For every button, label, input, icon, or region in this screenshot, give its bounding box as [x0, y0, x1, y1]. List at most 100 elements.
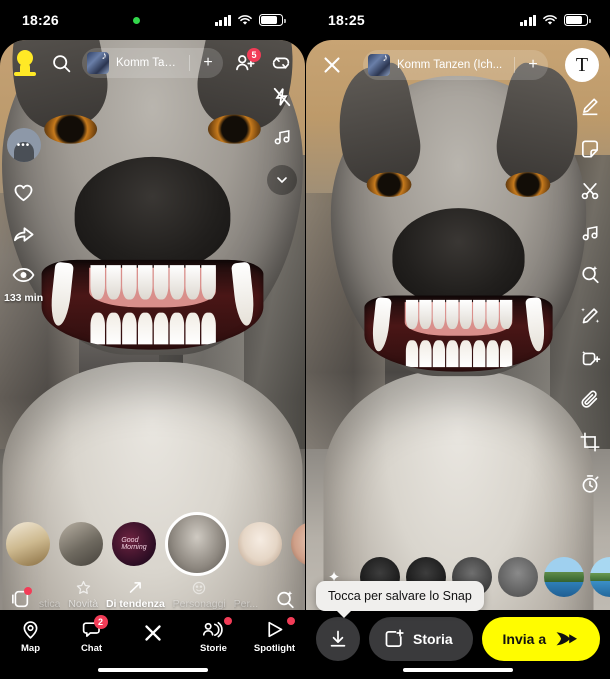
left-action-rail: ••• 133 min — [4, 128, 43, 304]
music-pill[interactable]: Komm Tanzen (Ic... + — [82, 48, 223, 78]
nav-item-close[interactable] — [125, 619, 181, 645]
nav-label: Spotlight — [253, 643, 296, 654]
nav-item-spotlight[interactable]: Spotlight — [247, 617, 303, 654]
cellular-signal-icon — [214, 14, 231, 26]
flash-off-icon[interactable] — [271, 86, 293, 108]
lens-thumb-good-morning[interactable] — [112, 522, 156, 566]
lens-category-di-tendenza[interactable]: Di tendenza — [106, 579, 165, 610]
edit-tool-rail — [579, 96, 601, 495]
add-friend-icon[interactable]: 5 — [231, 48, 261, 74]
status-center — [59, 16, 215, 24]
music-title: Komm Tanzen (Ic... — [116, 57, 182, 69]
spotlight-badge-dot — [286, 617, 295, 625]
music-add-button[interactable]: + — [197, 55, 219, 71]
text-tool-label: T — [575, 54, 589, 76]
music-note-icon[interactable] — [580, 222, 601, 243]
chat-badge: 2 — [93, 615, 108, 629]
share-arrow-icon[interactable] — [12, 223, 35, 246]
lens-category-more[interactable]: Per... — [234, 598, 258, 610]
draw-pencil-icon[interactable] — [579, 96, 601, 118]
timer-icon[interactable] — [579, 473, 601, 495]
status-bar: 18:26 — [0, 0, 305, 40]
snap-preview-viewport[interactable]: Komm Tanzen (Ich... + T — [306, 40, 610, 679]
explore-badge-dot — [23, 587, 32, 595]
sticker-icon[interactable] — [579, 138, 601, 160]
lens-category-estetica[interactable]: stica — [39, 598, 61, 610]
album-art — [368, 54, 390, 76]
filter-gray-2[interactable] — [498, 557, 538, 597]
nav-item-chat[interactable]: 2 Chat — [64, 615, 120, 654]
music-add-button[interactable]: + — [522, 57, 544, 73]
nav-label: Chat — [80, 643, 103, 654]
chevron-down-icon[interactable] — [267, 165, 297, 195]
preview-top-bar: Komm Tanzen (Ich... + T — [306, 48, 610, 82]
crop-icon[interactable] — [579, 431, 601, 453]
add-to-story-icon — [383, 628, 405, 650]
lens-category-novita[interactable]: Novità — [68, 579, 98, 610]
status-indicators — [519, 14, 591, 26]
lens-thumb-wolf[interactable] — [165, 512, 229, 576]
right-phone-screen: 18:25 ♪ Komm Tanzen (Ich... + T ✦ Tocca … — [305, 0, 610, 679]
storie-badge-dot — [223, 617, 232, 625]
close-x-icon[interactable] — [318, 51, 346, 79]
music-title: Komm Tanzen (Ich... — [397, 59, 503, 71]
filter-landscape-1[interactable] — [544, 557, 584, 597]
tooltip-text: Tocca per salvare lo Snap — [328, 589, 472, 603]
scissors-cutout-icon[interactable] — [579, 180, 601, 202]
lens-thumb-bald[interactable] — [238, 522, 282, 566]
magic-pen-icon[interactable] — [579, 305, 601, 327]
green-recording-dot — [133, 16, 141, 24]
text-tool-icon[interactable]: T — [565, 48, 599, 82]
category-label: Novità — [68, 598, 99, 610]
bottom-nav-bar: Map 2 Chat Storie Spotlight — [0, 610, 305, 679]
heart-icon[interactable] — [12, 181, 35, 204]
add-to-story-button[interactable]: Storia — [369, 616, 473, 661]
nav-label: Map — [21, 643, 40, 654]
left-phone-screen: 18:26 ♪ Komm Tanz + 5 ••• 133 min Good M… — [0, 0, 305, 679]
nav-item-map[interactable]: Map — [3, 619, 59, 654]
chat-avatar[interactable]: ••• — [6, 128, 41, 162]
add-to-story-label: Storia — [413, 630, 453, 647]
lens-thumb-2[interactable] — [59, 522, 103, 566]
home-indicator — [403, 667, 513, 672]
music-note-icon[interactable] — [272, 126, 293, 147]
lens-thumb-1[interactable] — [6, 522, 50, 566]
home-indicator — [97, 667, 208, 672]
dual-screenshot-stage: 18:26 ♪ Komm Tanz + 5 ••• 133 min Good M… — [0, 0, 610, 679]
music-pill[interactable]: Komm Tanzen (Ich... + — [363, 50, 548, 80]
flip-camera-icon[interactable] — [267, 52, 295, 74]
lens-category-row: stica Novità Di tendenza Personaggi Per.… — [0, 579, 305, 610]
category-label: Per... — [233, 598, 259, 610]
divider — [514, 57, 515, 73]
download-icon[interactable] — [316, 616, 360, 661]
status-time: 18:25 — [328, 12, 365, 28]
status-bar: 18:25 — [306, 0, 610, 40]
search-icon[interactable] — [48, 53, 74, 74]
right-tool-rail — [267, 86, 297, 195]
lens-explore-icon[interactable] — [9, 587, 32, 610]
send-to-button[interactable]: Invia a — [481, 616, 600, 661]
divider — [189, 55, 190, 71]
eye-icon[interactable] — [12, 265, 35, 285]
album-art — [87, 52, 109, 74]
bitmoji-avatar[interactable] — [10, 48, 40, 78]
camera-viewport[interactable]: Komm Tanzen (Ic... + 5 — [0, 40, 305, 679]
category-label: Personaggi — [172, 598, 226, 610]
send-to-label: Invia a — [502, 630, 547, 647]
paperclip-attach-icon[interactable] — [579, 389, 601, 411]
lens-thumb-pig[interactable] — [291, 522, 305, 566]
magic-sticker-icon[interactable] — [579, 347, 601, 369]
battery-icon — [259, 14, 286, 26]
status-time: 18:26 — [22, 12, 59, 28]
nav-item-storie[interactable]: Storie — [186, 617, 242, 654]
view-count-label: 133 min — [4, 292, 44, 304]
send-bar: Storia Invia a — [306, 610, 610, 679]
lens-category-personaggi[interactable]: Personaggi — [173, 580, 226, 610]
status-indicators — [214, 14, 286, 26]
cellular-signal-icon — [519, 14, 536, 26]
top-bar: Komm Tanzen (Ic... + 5 — [0, 48, 305, 78]
lens-search-icon[interactable] — [274, 588, 296, 610]
filter-landscape-2[interactable] — [590, 557, 610, 597]
lens-carousel[interactable] — [0, 512, 305, 576]
lens-search-icon[interactable] — [579, 263, 601, 285]
